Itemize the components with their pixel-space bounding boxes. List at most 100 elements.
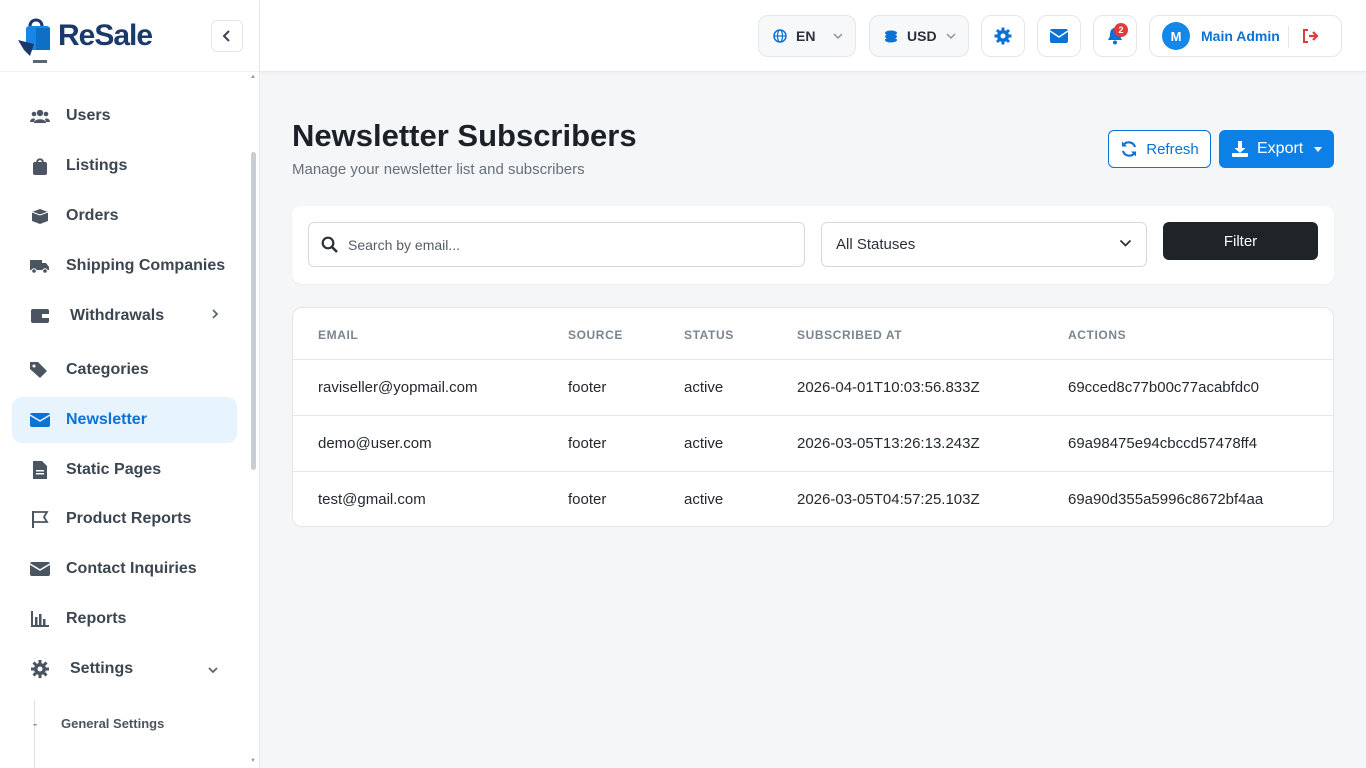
column-header-actions: ACTIONS [1068,328,1127,342]
filter-label: Filter [1223,232,1258,250]
logo-text-sale: Sale [94,18,153,52]
users-icon [30,106,50,126]
subscribers-table: EMAIL SOURCE STATUS SUBSCRIBED AT ACTION… [292,307,1334,527]
sidebar-item-reports[interactable]: Reports [12,596,237,642]
sidebar-item-label: Newsletter [66,411,147,428]
messages-button[interactable] [1037,15,1081,57]
cell-email: test@gmail.com [318,491,426,508]
subnav-label: General Settings [61,716,165,731]
envelope-icon [30,559,50,579]
cell-status: active [684,491,724,508]
sidebar-item-settings[interactable]: Settings [12,646,237,692]
language-value: EN [796,28,816,44]
chevron-down-icon [208,667,218,674]
user-name: Main Admin [1201,28,1280,44]
user-menu[interactable]: M Main Admin [1149,15,1342,57]
table-row: test@gmail.com footer active 2026-03-05T… [293,472,1333,526]
table-header: EMAIL SOURCE STATUS SUBSCRIBED AT ACTION… [293,308,1333,360]
chart-icon [30,609,50,629]
gear-icon [30,659,50,679]
status-select-value: All Statuses [836,236,916,253]
download-icon [1232,141,1248,157]
column-header-source: SOURCE [568,328,623,342]
sidebar-item-listings[interactable]: Listings [12,143,237,189]
chevron-down-icon [1119,239,1132,247]
cell-status: active [684,379,724,396]
file-icon [30,460,50,480]
flag-icon [30,509,50,529]
table-row: demo@user.com footer active 2026-03-05T1… [293,416,1333,472]
cell-source: footer [568,435,607,452]
chevron-right-icon [212,309,219,319]
search-field[interactable] [308,222,805,267]
sidebar-item-label: Categories [66,361,149,378]
bag-icon [30,156,50,176]
resale-logo[interactable]: ReSale [16,14,153,58]
sidebar-item-newsletter[interactable]: Newsletter [12,397,237,443]
status-select[interactable]: All Statuses [821,222,1147,267]
sidebar-item-static-pages[interactable]: Static Pages [12,447,237,493]
truck-icon [30,256,50,276]
envelope-icon [1050,29,1068,43]
gear-icon [994,27,1012,45]
sidebar-item-orders[interactable]: Orders [12,193,237,239]
sidebar-item-label: Settings [70,660,134,677]
sidebar-item-label: Static Pages [66,461,162,478]
table-row: raviseller@yopmail.com footer active 202… [293,360,1333,416]
sidebar-item-shipping-companies[interactable]: Shipping Companies [12,243,237,289]
sidebar-item-product-reports[interactable]: Product Reports [12,496,237,542]
sidebar-item-label: Contact Inquiries [66,560,197,577]
scroll-down-arrow[interactable]: ▼ [250,758,256,764]
caret-down-icon [1314,147,1322,152]
dashboard-icon [30,58,50,78]
sidebar-item-hidden[interactable] [12,56,237,80]
search-icon [321,236,338,253]
sidebar-item-categories[interactable]: Categories [12,347,237,393]
sidebar-item-label: Orders [66,207,119,224]
currency-value: USD [907,28,937,44]
cell-status: active [684,435,724,452]
avatar: M [1162,22,1190,50]
chevron-left-icon [222,30,230,42]
settings-button[interactable] [981,15,1025,57]
sidebar-item-label: Product Reports [66,510,192,527]
currency-selector[interactable]: USD [869,15,969,57]
refresh-label: Refresh [1146,140,1199,158]
globe-icon [773,29,787,43]
tags-icon [30,360,50,380]
column-header-status: STATUS [684,328,734,342]
export-button[interactable]: Export [1219,130,1334,168]
sidebar-item-label: Listings [66,157,128,174]
box-icon [30,206,50,226]
filter-button[interactable]: Filter [1163,222,1318,260]
cell-email: demo@user.com [318,435,432,452]
sidebar-collapse-button[interactable] [211,20,243,52]
refresh-icon [1122,141,1137,157]
sidebar: ReSale ▲ ▼ Users Listings Orders Shippin… [0,0,260,768]
coins-icon [885,30,897,43]
sidebar-item-label: Shipping Companies [66,257,226,274]
scrollbar-thumb[interactable] [251,152,256,470]
column-header-email: EMAIL [318,328,359,342]
wallet-icon [30,306,50,326]
sidebar-item-label: Users [66,107,111,124]
refresh-button[interactable]: Refresh [1108,130,1211,168]
sidebar-subitem-general-settings[interactable]: - General Settings [33,716,165,731]
sidebar-scrollbar[interactable] [250,72,258,768]
page-title: Newsletter Subscribers [292,118,637,153]
logo-text-re: Re [58,18,95,52]
sidebar-item-contact-inquiries[interactable]: Contact Inquiries [12,546,237,592]
notifications-button[interactable]: 2 [1093,15,1137,57]
cell-subscribed-at: 2026-04-01T10:03:56.833Z [797,379,980,396]
sidebar-item-users[interactable]: Users [12,93,237,139]
logout-icon[interactable] [1302,28,1320,44]
sidebar-item-withdrawals[interactable]: Withdrawals [12,293,237,339]
cell-actions: 69cced8c77b00c77acabfdc0 [1068,379,1259,396]
search-input[interactable] [348,236,788,253]
language-selector[interactable]: EN [758,15,856,57]
cell-actions: 69a90d355a5996c8672bf4aa [1068,491,1264,508]
settings-subnav: - General Settings [33,700,234,768]
filter-card: All Statuses Filter [292,206,1334,284]
cell-email: raviseller@yopmail.com [318,379,478,396]
divider [1288,26,1289,48]
